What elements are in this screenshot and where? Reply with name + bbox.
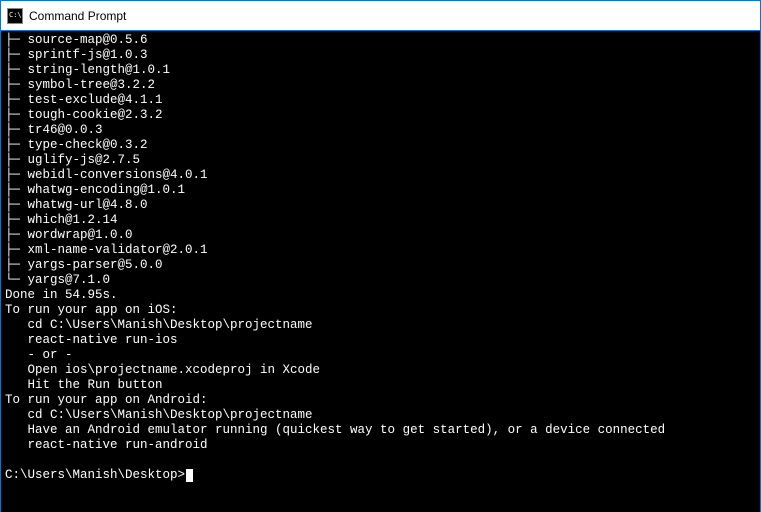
terminal-output[interactable]: ├─ source-map@0.5.6 ├─ sprintf-js@1.0.3 … [1,31,760,512]
ios-header: To run your app on iOS: [5,303,178,317]
cursor [186,469,193,482]
done-line: Done in 54.95s. [5,288,118,302]
ios-line: react-native run-ios [5,333,178,347]
prompt-path: C:\Users\Manish\Desktop> [5,468,185,482]
android-header: To run your app on Android: [5,393,208,407]
prompt-line: C:\Users\Manish\Desktop> [5,468,193,482]
ios-line: Hit the Run button [5,378,163,392]
package-list: ├─ source-map@0.5.6 ├─ sprintf-js@1.0.3 … [5,33,208,287]
cmd-icon [7,8,23,24]
android-line: cd C:\Users\Manish\Desktop\projectname [5,408,313,422]
ios-line: cd C:\Users\Manish\Desktop\projectname [5,318,313,332]
android-line: Have an Android emulator running (quicke… [5,423,665,437]
ios-line: Open ios\projectname.xcodeproj in Xcode [5,363,320,377]
window-title: Command Prompt [29,9,126,23]
ios-line: - or - [5,348,73,362]
titlebar[interactable]: Command Prompt [1,1,760,31]
android-line: react-native run-android [5,438,208,452]
